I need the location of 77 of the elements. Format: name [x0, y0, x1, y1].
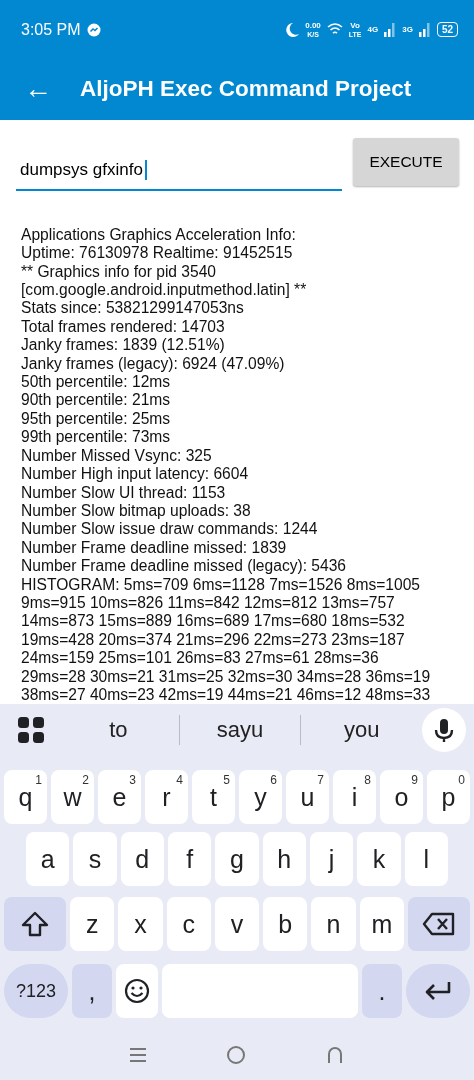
output-line: Number Frame deadline missed: 1839 [21, 538, 288, 558]
output-line: 38ms=27 40ms=23 42ms=19 44ms=21 46ms=12 48ms=33 [21, 685, 432, 705]
output-line: Applications Graphics Acceleration Info: [21, 225, 297, 245]
keyboard-key[interactable]: g [215, 832, 259, 887]
output-line: Number Slow bitmap uploads: 38 [21, 501, 252, 521]
status-time: 3:05 PM [21, 21, 81, 38]
output-line: 99th percentile: 73ms [21, 428, 172, 447]
output-line: Stats since: 53821299147053ns [21, 299, 245, 318]
keyboard-key[interactable]: . [362, 964, 402, 1019]
output-line: Janky frames (legacy): 6924 (47.09%) [21, 354, 286, 374]
keyboard-key[interactable]: r 4 [145, 770, 188, 825]
output-line: 50th percentile: 12ms [21, 373, 172, 392]
menu-icon[interactable] [129, 1047, 148, 1064]
app-title: AljoPH Exec Command Project [80, 76, 412, 103]
speed-value: 0.00 [305, 21, 321, 30]
back-button[interactable]: ← [24, 75, 52, 104]
keyboard-key[interactable]: v [214, 897, 260, 952]
output-line: Number Slow issue draw commands: 1244 [21, 520, 319, 539]
keyboard-key[interactable]: f [168, 832, 212, 887]
keyboard-key[interactable]: h [262, 832, 306, 887]
signal-icon [418, 22, 431, 37]
microphone-icon[interactable] [422, 708, 466, 753]
volte-label: Vo [350, 21, 360, 30]
output-line: Number Slow UI thread: 1153 [21, 483, 227, 502]
backspace-icon [421, 912, 456, 937]
output-line: Total frames rendered: 14703 [21, 317, 226, 337]
keyboard-key[interactable]: c [166, 897, 211, 952]
keyboard-key[interactable]: k [357, 832, 401, 887]
emoji-icon [124, 978, 150, 1005]
output-line: 19ms=428 20ms=374 21ms=296 22ms=273 23ms=187 [21, 630, 406, 650]
output-line: Uptime: 76130978 Realtime: 91452515 [21, 244, 294, 263]
output-line: Number High input latency: 6604 [21, 465, 250, 484]
keyboard-key[interactable]: , [72, 964, 112, 1019]
emoji-key[interactable] [116, 964, 158, 1019]
messenger-icon [86, 22, 101, 37]
output-line: HISTOGRAM: 5ms=709 6ms=1128 7ms=1526 8ms=1005 [21, 575, 421, 594]
output-line: ** Graphics info for pid 3540 [21, 262, 218, 282]
backspace-key[interactable] [407, 897, 470, 952]
output-line: Number Missed Vsync: 325 [21, 446, 213, 466]
keyboard-key[interactable]: x [118, 897, 163, 952]
suggestion[interactable]: you [301, 717, 422, 744]
keyboard-key[interactable]: j [309, 832, 354, 887]
battery-indicator: 52 [436, 22, 458, 38]
suggestion[interactable]: to [58, 717, 179, 744]
moon-icon [285, 21, 300, 38]
keyboard-key[interactable]: m [359, 897, 404, 952]
keyboard-key[interactable]: a [26, 832, 70, 887]
keyboard-key[interactable]: z [70, 897, 115, 952]
output-line: 14ms=873 15ms=889 16ms=689 17ms=680 18ms=532 [21, 612, 406, 631]
shift-icon [21, 911, 49, 938]
keyboard-key[interactable]: l [404, 832, 448, 887]
network-label: 3G [402, 25, 413, 34]
command-field[interactable]: dumpsys gfxinfo [16, 150, 342, 191]
signal-icon [384, 22, 397, 37]
home-icon[interactable] [226, 1045, 246, 1066]
symbols-key[interactable]: ?123 [4, 964, 68, 1019]
keyboard-key[interactable]: s [73, 832, 117, 887]
output-line: Janky frames: 1839 (12.51%) [21, 336, 226, 355]
output-line: 9ms=915 10ms=826 11ms=842 12ms=812 13ms=757 [21, 593, 396, 613]
execute-button[interactable]: EXECUTE [353, 137, 459, 186]
wifi-icon [326, 23, 343, 37]
keyboard-key[interactable]: b [263, 897, 308, 952]
enter-key[interactable] [406, 964, 470, 1019]
output-line: Number Frame deadline missed (legacy): 5436 [21, 557, 348, 576]
keyboard-key[interactable]: d [120, 832, 164, 887]
output-line: [com.google.android.inputmethod.latin] ** [21, 281, 308, 300]
output-line: 29ms=28 30ms=21 31ms=25 32ms=30 34ms=28 36ms=19 [21, 667, 432, 686]
output-line: 24ms=159 25ms=101 26ms=83 27ms=61 28ms=36 [21, 649, 380, 668]
shift-key[interactable] [4, 897, 66, 952]
keyboard-key[interactable]: t 5 [192, 770, 235, 825]
apps-grid-icon[interactable] [18, 717, 44, 744]
network-label: 4G [367, 25, 379, 34]
keyboard-key[interactable]: n [311, 897, 356, 952]
output-line: 90th percentile: 21ms [21, 391, 172, 410]
output-line: 95th percentile: 25ms [21, 409, 172, 429]
keyboard-key[interactable]: i 8 [333, 770, 376, 825]
suggestion[interactable]: sayu [179, 717, 301, 744]
